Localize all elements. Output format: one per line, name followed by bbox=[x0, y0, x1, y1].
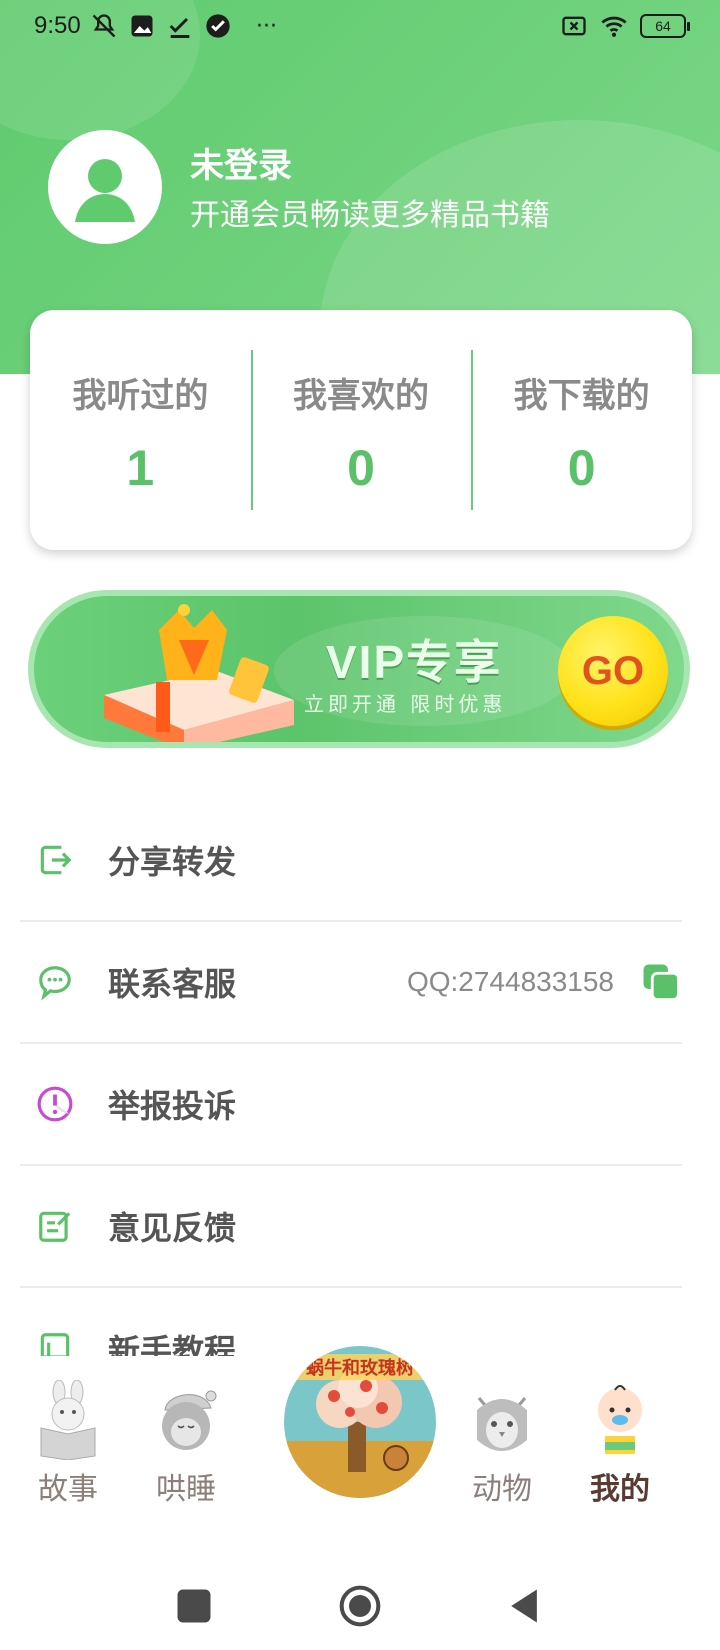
menu-item-contact-support[interactable]: 联系客服 QQ:2744833158 bbox=[20, 922, 682, 1044]
nav-tab-bedtime[interactable]: 哄睡 bbox=[136, 1356, 236, 1508]
mute-icon bbox=[92, 14, 116, 38]
stat-value: 1 bbox=[126, 440, 155, 496]
rabbit-book-icon bbox=[40, 1380, 96, 1460]
stat-label: 我下载的 bbox=[513, 376, 650, 416]
share-icon bbox=[40, 845, 72, 875]
gift-box-icon bbox=[104, 604, 294, 742]
menu-label: 意见反馈 bbox=[108, 1209, 237, 1247]
stat-downloaded[interactable]: 我下载的 0 bbox=[471, 350, 692, 510]
profile-subtitle: 开通会员畅读更多精品书籍 bbox=[190, 198, 550, 233]
warning-icon bbox=[37, 1086, 73, 1122]
menu-label: 分享转发 bbox=[108, 843, 237, 881]
featured-story-cover: 蜗牛和玫瑰树 bbox=[284, 1346, 436, 1498]
avatar[interactable] bbox=[48, 130, 162, 244]
back-icon[interactable] bbox=[502, 1584, 546, 1628]
menu-label: 联系客服 bbox=[108, 965, 237, 1003]
feedback-icon bbox=[39, 1211, 71, 1242]
menu-item-share[interactable]: 分享转发 bbox=[20, 800, 682, 922]
status-time: 9:50 bbox=[34, 12, 81, 39]
nav-tab-stories[interactable]: 故事 bbox=[18, 1356, 118, 1508]
settings-menu: 分享转发 联系客服 QQ:2744833158 举报投诉 意见反馈 新手教程 bbox=[20, 800, 682, 1410]
stat-liked[interactable]: 我喜欢的 0 bbox=[250, 350, 472, 510]
nav-tab-animals[interactable]: 动物 bbox=[452, 1356, 552, 1508]
menu-item-feedback[interactable]: 意见反馈 bbox=[20, 1166, 682, 1288]
more-dots-icon: ··· bbox=[256, 13, 277, 39]
sleeping-monkey-icon bbox=[162, 1390, 217, 1450]
wifi-icon bbox=[601, 16, 627, 37]
vip-go-button[interactable]: GO bbox=[558, 616, 668, 726]
photo-icon bbox=[131, 15, 153, 37]
stat-listened[interactable]: 我听过的 1 bbox=[30, 350, 251, 510]
recent-apps-icon[interactable] bbox=[172, 1584, 216, 1628]
featured-story-button[interactable]: 蜗牛和玫瑰树 bbox=[284, 1346, 436, 1498]
stat-label: 我听过的 bbox=[72, 376, 209, 416]
vip-subtitle: 立即开通 限时优惠 bbox=[304, 692, 507, 716]
battery-icon: 64 bbox=[640, 14, 690, 38]
user-icon bbox=[75, 159, 135, 222]
featured-story-title: 蜗牛和玫瑰树 bbox=[306, 1357, 414, 1379]
vip-title: VIP专享 bbox=[326, 636, 503, 688]
home-icon[interactable] bbox=[338, 1584, 382, 1628]
bottom-nav: 故事 哄睡 蜗牛和玫瑰树 动物 我的 bbox=[0, 1346, 720, 1546]
system-nav-bar bbox=[0, 1560, 720, 1650]
stat-value: 0 bbox=[567, 440, 596, 496]
menu-label: 举报投诉 bbox=[108, 1087, 237, 1125]
nav-label: 哄睡 bbox=[156, 1472, 216, 1507]
menu-item-report[interactable]: 举报投诉 bbox=[20, 1044, 682, 1166]
chat-icon bbox=[39, 966, 71, 1001]
status-bar: 9:50 ··· 64 bbox=[0, 0, 720, 54]
nav-label: 我的 bbox=[590, 1472, 650, 1507]
stat-label: 我喜欢的 bbox=[293, 376, 429, 416]
nav-label: 动物 bbox=[472, 1472, 532, 1507]
copy-icon[interactable] bbox=[640, 961, 682, 1003]
qq-number: QQ:2744833158 bbox=[406, 966, 614, 997]
stats-card: 我听过的 1 我喜欢的 0 我下载的 0 bbox=[30, 310, 692, 550]
verified-icon bbox=[206, 14, 230, 38]
nav-label: 故事 bbox=[38, 1472, 98, 1507]
baby-icon bbox=[598, 1385, 642, 1454]
username[interactable]: 未登录 bbox=[190, 138, 292, 187]
battery-level: 64 bbox=[655, 18, 671, 34]
stat-value: 0 bbox=[347, 440, 375, 496]
owl-icon bbox=[477, 1397, 527, 1451]
check-download-icon bbox=[169, 17, 190, 38]
vip-banner[interactable]: VIP专享 立即开通 限时优惠 GO bbox=[28, 590, 690, 748]
nav-tab-mine[interactable]: 我的 bbox=[570, 1356, 670, 1508]
sim-off-icon bbox=[562, 16, 586, 36]
